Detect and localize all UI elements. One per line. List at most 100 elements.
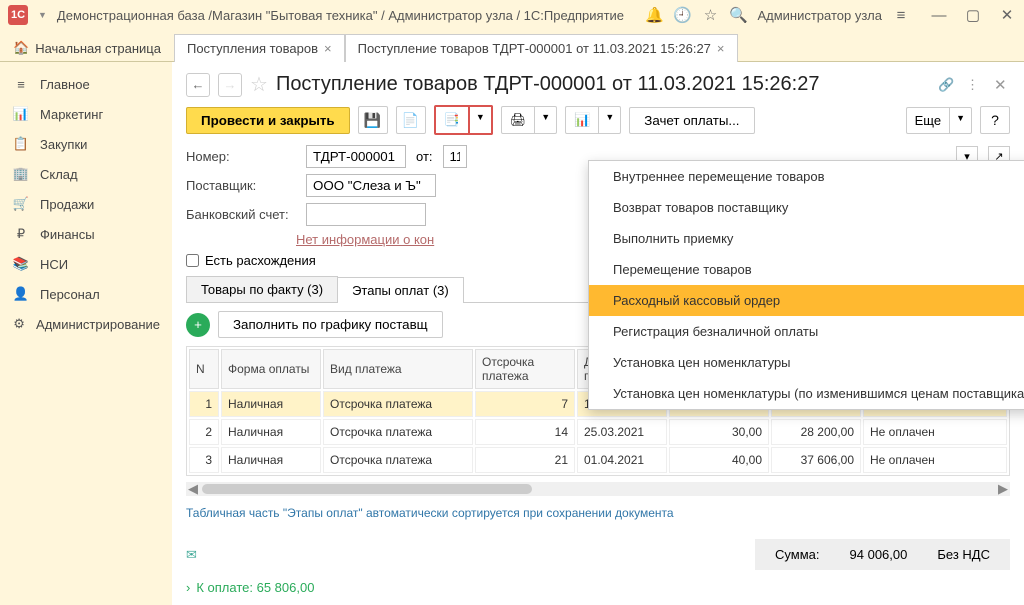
system-menu-arrow-icon[interactable]: ▼ — [38, 10, 47, 20]
col-n[interactable]: N — [189, 349, 219, 389]
number-label: Номер: — [186, 149, 296, 164]
sidebar-item-purchases[interactable]: 📋Закупки — [0, 129, 172, 159]
chevron-down-icon[interactable]: ▼ — [535, 106, 557, 134]
print-button[interactable]: 🖨 ▼ — [501, 106, 557, 134]
dropdown-item[interactable]: Выполнить приемку — [589, 223, 1024, 254]
cell-type: Отсрочка платежа — [323, 419, 473, 445]
scroll-right-icon[interactable]: ▶ — [996, 481, 1010, 497]
post-button[interactable]: 📄 — [396, 106, 426, 134]
discrepancies-checkbox[interactable] — [186, 254, 199, 267]
warning-link[interactable]: Нет информации о кон — [296, 232, 434, 247]
bank-account-label: Банковский счет: — [186, 207, 296, 222]
cell-n: 2 — [189, 419, 219, 445]
arrow-right-icon: › — [186, 580, 190, 595]
report-button[interactable]: 📊 ▼ — [565, 106, 621, 134]
help-button[interactable]: ? — [980, 106, 1010, 134]
cell-delay: 7 — [475, 391, 575, 417]
doc-title: Поступление товаров ТДРТ-000001 от 11.03… — [276, 73, 930, 96]
chevron-down-icon[interactable]: ▼ — [470, 105, 493, 135]
sidebar-item-label: Персонал — [40, 287, 100, 302]
bell-icon[interactable]: 🔔 — [645, 6, 663, 24]
scroll-left-icon[interactable]: ◀ — [186, 481, 200, 497]
tab-current-doc[interactable]: Поступление товаров ТДРТ-000001 от 11.03… — [345, 34, 738, 62]
sidebar-item-sales[interactable]: 🛒Продажи — [0, 189, 172, 219]
sidebar-item-label: Продажи — [40, 197, 94, 212]
col-type[interactable]: Вид платежа — [323, 349, 473, 389]
save-button[interactable]: 💾 — [358, 106, 388, 134]
create-based-on-icon[interactable]: 📑 — [434, 105, 470, 135]
close-tab-icon[interactable]: × — [717, 41, 725, 56]
tab-home[interactable]: 🏠 Начальная страница — [0, 34, 174, 62]
settings-icon[interactable]: ≡ — [892, 6, 910, 24]
report-icon[interactable]: 📊 — [565, 106, 599, 134]
back-button[interactable]: ← — [186, 73, 210, 97]
tab-goods[interactable]: Товары по факту (3) — [186, 276, 338, 302]
cell-form: Наличная — [221, 447, 321, 473]
offset-payment-button[interactable]: Зачет оплаты... — [629, 107, 754, 134]
link-icon[interactable]: 🔗 — [938, 77, 958, 93]
history-icon[interactable]: 🕘 — [673, 6, 691, 24]
close-window-icon[interactable]: ✕ — [998, 6, 1016, 24]
col-delay[interactable]: Отсрочка платежа — [475, 349, 575, 389]
table-row[interactable]: 2 Наличная Отсрочка платежа 14 25.03.202… — [189, 419, 1007, 445]
scroll-thumb[interactable] — [202, 484, 532, 494]
cell-type: Отсрочка платежа — [323, 391, 473, 417]
dropdown-item[interactable]: Возврат товаров поставщику — [589, 192, 1024, 223]
sidebar-item-main[interactable]: ≡ Главное — [0, 70, 172, 99]
sidebar-item-warehouse[interactable]: 🏢Склад — [0, 159, 172, 189]
chevron-down-icon[interactable]: ▼ — [599, 106, 621, 134]
create-based-on-button[interactable]: 📑 ▼ — [434, 105, 493, 135]
sidebar-item-admin[interactable]: ⚙Администрирование — [0, 309, 172, 339]
print-icon[interactable]: 🖨 — [501, 106, 536, 134]
more-button[interactable]: Еще ▼ — [906, 107, 972, 134]
content: ← → ☆ Поступление товаров ТДРТ-000001 от… — [172, 62, 1024, 605]
date-input[interactable] — [443, 145, 467, 168]
sidebar-item-label: Склад — [40, 167, 78, 182]
dropdown-item[interactable]: Внутреннее перемещение товаров — [589, 161, 1024, 192]
supplier-input[interactable] — [306, 174, 436, 197]
star-icon[interactable]: ☆ — [701, 6, 719, 24]
sum-label: Сумма: — [775, 547, 819, 562]
sidebar-item-nsi[interactable]: 📚НСИ — [0, 249, 172, 279]
cell-status: Не оплачен — [863, 447, 1007, 473]
sidebar: ≡ Главное 📊Маркетинг 📋Закупки 🏢Склад 🛒Про… — [0, 62, 172, 605]
tab-home-label: Начальная страница — [35, 41, 161, 56]
horizontal-scrollbar[interactable]: ◀ ▶ — [186, 482, 1010, 496]
fill-by-schedule-button[interactable]: Заполнить по графику поставщ — [218, 311, 443, 338]
close-doc-icon[interactable]: ✕ — [994, 76, 1010, 94]
home-icon: 🏠 — [13, 40, 29, 56]
sidebar-item-label: Главное — [40, 77, 90, 92]
dropdown-item[interactable]: Расходный кассовый ордер — [589, 285, 1024, 316]
favorite-icon[interactable]: ☆ — [250, 72, 268, 97]
dropdown-item[interactable]: Установка цен номенклатуры — [589, 347, 1024, 378]
minimize-icon[interactable]: — — [930, 6, 948, 24]
cell-sum: 37 606,00 — [771, 447, 861, 473]
add-row-button[interactable]: + — [186, 313, 210, 337]
dropdown-item[interactable]: Регистрация безналичной оплаты — [589, 316, 1024, 347]
chevron-down-icon[interactable]: ▼ — [950, 107, 972, 134]
col-form[interactable]: Форма оплаты — [221, 349, 321, 389]
dropdown-item[interactable]: Перемещение товаров — [589, 254, 1024, 285]
more-actions-icon[interactable]: ⋮ — [966, 77, 986, 93]
to-pay-label[interactable]: К оплате: 65 806,00 — [196, 580, 314, 595]
maximize-icon[interactable]: ▢ — [964, 6, 982, 24]
menu-icon: ≡ — [12, 77, 30, 92]
tab-payments[interactable]: Этапы оплат (3) — [337, 277, 464, 303]
close-tab-icon[interactable]: × — [324, 41, 332, 56]
dropdown-item[interactable]: Установка цен номенклатуры (по изменивши… — [589, 378, 1024, 409]
search-icon[interactable]: 🔍 — [729, 6, 747, 24]
message-icon[interactable]: ✉ — [186, 547, 197, 563]
forward-button[interactable]: → — [218, 73, 242, 97]
page-tabs: 🏠 Начальная страница Поступления товаров… — [0, 30, 1024, 62]
vat-label: Без НДС — [937, 547, 990, 562]
user-label[interactable]: Администратор узла — [757, 8, 882, 23]
tab-receipts[interactable]: Поступления товаров × — [174, 34, 345, 62]
post-close-button[interactable]: Провести и закрыть — [186, 107, 350, 134]
sidebar-item-personnel[interactable]: 👤Персонал — [0, 279, 172, 309]
sidebar-item-finance[interactable]: ₽Финансы — [0, 219, 172, 249]
bank-account-input[interactable] — [306, 203, 426, 226]
table-row[interactable]: 3 Наличная Отсрочка платежа 21 01.04.202… — [189, 447, 1007, 473]
sidebar-item-marketing[interactable]: 📊Маркетинг — [0, 99, 172, 129]
sidebar-item-label: НСИ — [40, 257, 68, 272]
number-input[interactable] — [306, 145, 406, 168]
